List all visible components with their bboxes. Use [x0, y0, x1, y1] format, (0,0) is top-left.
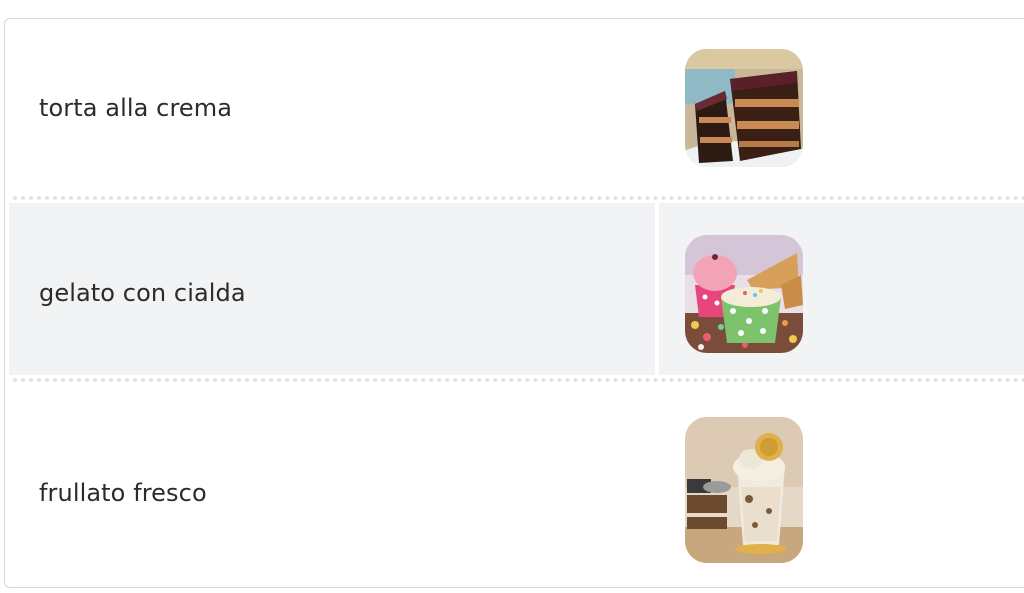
layered-chocolate-cake-image — [685, 49, 803, 167]
milkshake-image — [685, 417, 803, 563]
name-cell: gelato con cialda — [9, 203, 655, 375]
row-divider — [13, 378, 1024, 382]
item-name: gelato con cialda — [39, 279, 246, 307]
milkshake-glass-image — [685, 417, 803, 563]
image-cell — [659, 383, 1024, 593]
cake-image — [685, 49, 803, 167]
item-name: frullato fresco — [39, 479, 207, 507]
name-cell: torta alla crema — [9, 19, 655, 195]
dessert-table: torta alla crema gelato con cialda frull… — [4, 18, 1024, 588]
row-divider — [13, 196, 1024, 200]
item-name: torta alla crema — [39, 94, 233, 122]
table-row[interactable]: frullato fresco — [5, 383, 1024, 593]
name-cell: frullato fresco — [9, 383, 655, 593]
table-row[interactable]: gelato con cialda — [5, 203, 1024, 375]
ice-cream-image — [685, 235, 803, 353]
image-cell — [659, 19, 1024, 195]
table-row[interactable]: torta alla crema — [5, 19, 1024, 195]
image-cell — [659, 203, 1024, 375]
ice-cream-cups-with-cones-image — [685, 235, 803, 353]
